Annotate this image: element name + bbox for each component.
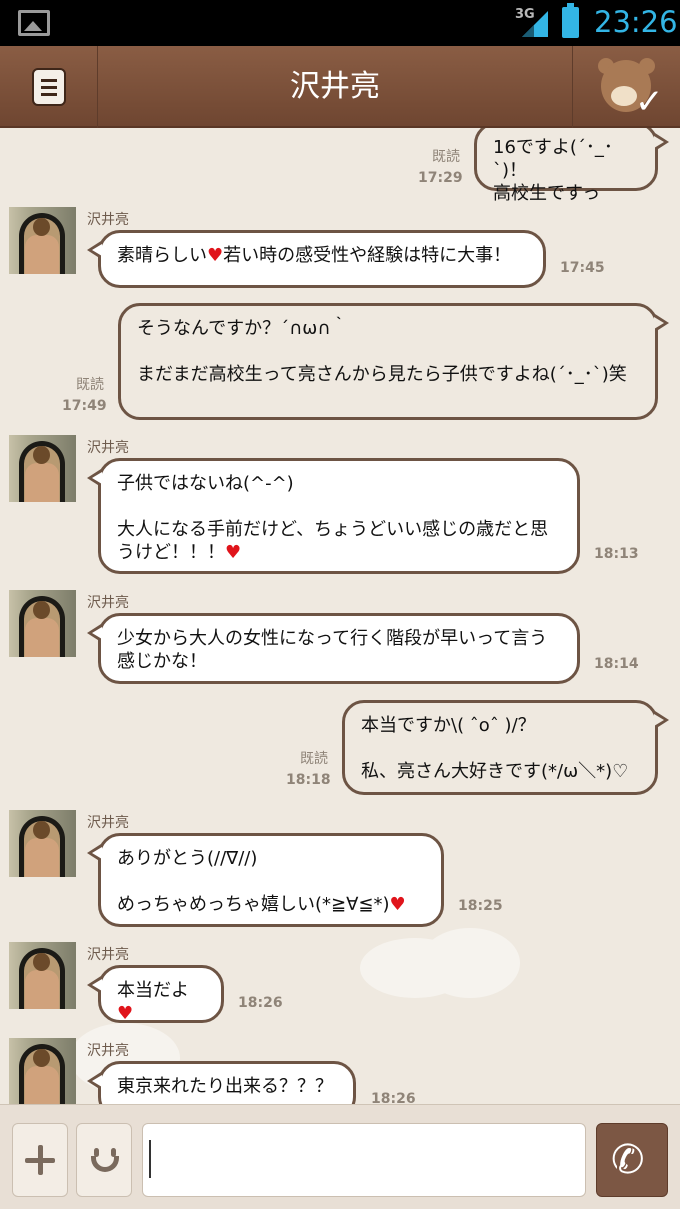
battery-icon — [562, 3, 579, 38]
outgoing-message[interactable]: 本当ですか\( ˆoˆ )/？ 私、亮さん大好きです(*/ω＼*)♡ — [342, 700, 669, 795]
sender-name: 沢井亮 — [87, 815, 129, 831]
heart-icon: ♥ — [389, 894, 406, 915]
sender-name: 沢井亮 — [87, 440, 129, 456]
outgoing-message[interactable]: 16ですよ(´･_･`)！ 高校生ですっ — [474, 128, 669, 204]
incoming-message[interactable]: ありがとう(//∇//) めっちゃめっちゃ嬉しい(*≧∀≦*)♥ — [87, 833, 444, 927]
check-icon: ✓ — [635, 82, 664, 122]
message-time: 18:25 — [458, 898, 503, 914]
chat-title: 沢井亮 — [290, 69, 380, 104]
input-bar: ✆ — [0, 1104, 680, 1209]
incoming-message[interactable]: 東京来れたり出来る？？？ — [87, 1061, 356, 1104]
heart-icon: ♥ — [207, 245, 224, 266]
message-input[interactable] — [142, 1123, 586, 1197]
add-button[interactable] — [12, 1123, 68, 1197]
phone-icon: ✆ — [611, 1137, 645, 1183]
sender-name: 沢井亮 — [87, 1043, 129, 1059]
sender-name: 沢井亮 — [87, 212, 129, 228]
message-time: 17:49 — [62, 398, 107, 414]
message-time: 18:26 — [238, 995, 283, 1011]
incoming-message[interactable]: 少女から大人の女性になって行く階段が早いって言う感じかな！ — [87, 613, 580, 684]
heart-icon: ♥ — [225, 542, 242, 563]
avatar[interactable] — [9, 207, 76, 274]
outgoing-message[interactable]: そうなんですか？´∩ω∩｀ まだまだ高校生って亮さんから見たら子供ですよね(´･… — [118, 303, 669, 420]
chat-screen: 3G 23:26 沢井亮 ✓ 既読 17:29 16ですよ(´･_･`)！ 高校… — [0, 0, 680, 1209]
clock: 23:26 — [594, 5, 678, 39]
message-list[interactable]: 既読 17:29 16ですよ(´･_･`)！ 高校生ですっ 沢井亮 素晴らしい♥… — [0, 128, 680, 1104]
avatar[interactable] — [9, 435, 76, 502]
chat-header: 沢井亮 ✓ — [0, 46, 680, 128]
sticker-button[interactable] — [76, 1123, 132, 1197]
avatar[interactable] — [9, 942, 76, 1009]
message-time: 18:26 — [371, 1091, 416, 1104]
gallery-notification-icon — [18, 10, 50, 36]
sender-name: 沢井亮 — [87, 595, 129, 611]
message-time: 17:29 — [418, 170, 463, 186]
avatar[interactable] — [9, 1038, 76, 1104]
message-time: 18:13 — [594, 546, 639, 562]
avatar[interactable] — [9, 590, 76, 657]
message-time: 17:45 — [560, 260, 605, 276]
incoming-message[interactable]: 子供ではないね(^-^) 大人になる手前だけど、ちょうどいい感じの歳だと思うけど… — [87, 458, 580, 574]
friend-status-button[interactable]: ✓ — [572, 46, 680, 128]
incoming-message[interactable]: 素晴らしい♥若い時の感受性や経験は特に大事！ — [87, 230, 546, 288]
status-bar: 3G 23:26 — [0, 0, 680, 46]
signal-icon — [522, 11, 548, 37]
message-time: 18:14 — [594, 656, 639, 672]
sender-name: 沢井亮 — [87, 947, 129, 963]
read-receipt: 既読 — [76, 377, 104, 393]
message-time: 18:18 — [286, 772, 331, 788]
read-receipt: 既読 — [432, 149, 460, 165]
read-receipt: 既読 — [300, 751, 328, 767]
menu-icon — [32, 68, 66, 106]
avatar[interactable] — [9, 810, 76, 877]
menu-button[interactable] — [0, 46, 98, 128]
heart-icon: ♥ — [117, 1003, 134, 1024]
text-caret — [149, 1140, 151, 1178]
incoming-message[interactable]: 本当だよ♥ — [87, 965, 224, 1024]
call-button[interactable]: ✆ — [596, 1123, 668, 1197]
